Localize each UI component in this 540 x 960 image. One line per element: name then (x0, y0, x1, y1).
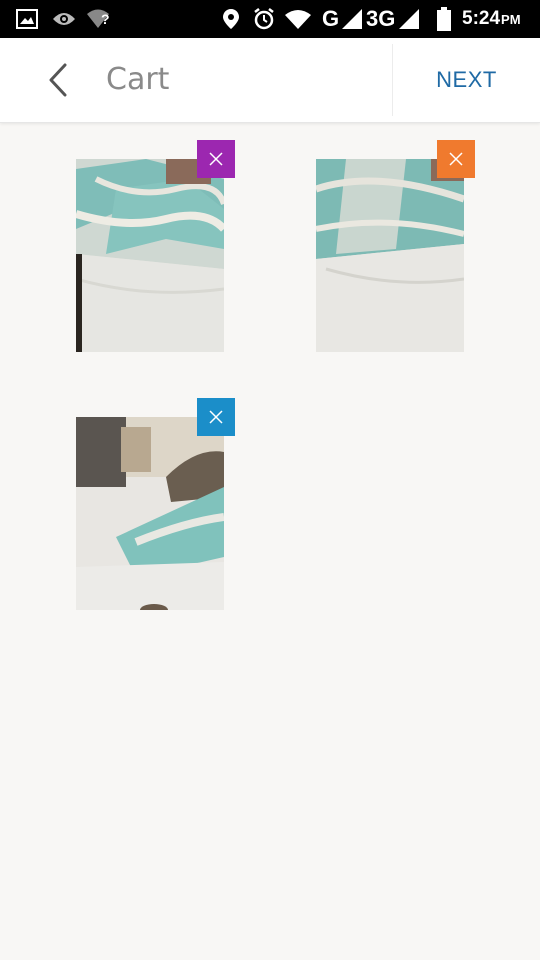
app-bar: Cart NEXT (0, 38, 540, 123)
wifi-question-icon: ? (86, 0, 114, 38)
cart-item (76, 398, 236, 610)
battery-icon (437, 0, 451, 38)
cart-photo[interactable] (76, 417, 224, 610)
back-button[interactable] (36, 54, 80, 106)
close-icon (449, 152, 463, 166)
clock-ampm: PM (501, 11, 521, 27)
chevron-left-icon (49, 63, 67, 97)
clock-time: 5:24 (462, 8, 501, 29)
cart-photo[interactable] (316, 159, 464, 352)
close-icon (209, 152, 223, 166)
signal-icon-2 (398, 0, 420, 38)
status-bar: ? G 3G 5:24 PM (0, 0, 540, 38)
cart-item (316, 140, 476, 352)
cart-item (76, 140, 236, 352)
signal-icon (341, 0, 363, 38)
cart-photo[interactable] (76, 159, 224, 352)
next-button[interactable]: NEXT (393, 38, 540, 122)
remove-item-button[interactable] (197, 140, 235, 178)
close-icon (209, 410, 223, 424)
network-3g-label: 3G (366, 6, 396, 31)
page-title: Cart (106, 62, 170, 97)
eye-icon (52, 0, 76, 38)
location-icon (222, 0, 240, 38)
gallery-icon (16, 0, 38, 38)
wifi-icon (284, 0, 312, 38)
remove-item-button[interactable] (437, 140, 475, 178)
network-g-label: G (322, 6, 340, 31)
alarm-icon (252, 0, 276, 38)
clock: 5:24 PM (462, 0, 521, 38)
remove-item-button[interactable] (197, 398, 235, 436)
